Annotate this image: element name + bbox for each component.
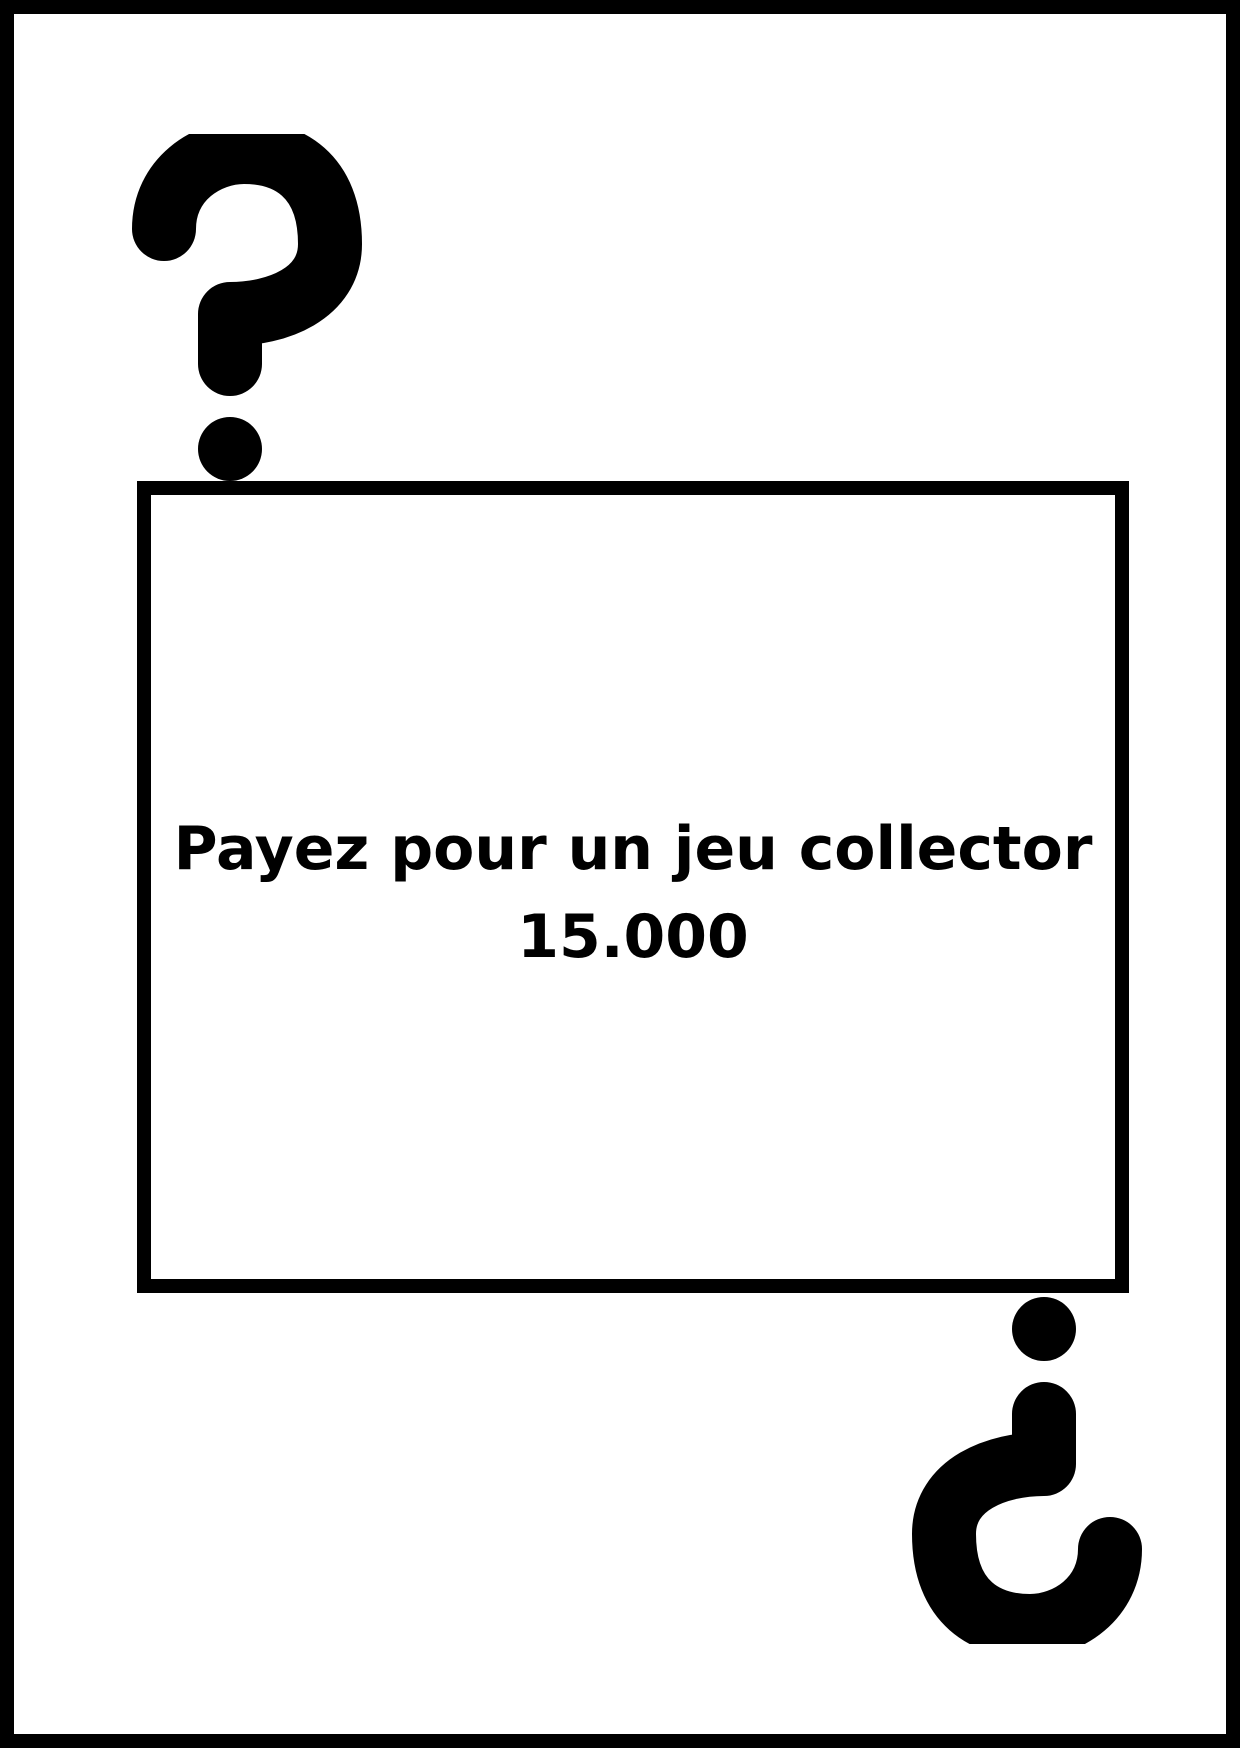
card-message-line-1: Payez pour un jeu collector bbox=[173, 814, 1093, 884]
question-mark-icon bbox=[132, 134, 362, 484]
card-text-frame: Payez pour un jeu collector 15.000 bbox=[137, 481, 1129, 1293]
card-amount: 15.000 bbox=[517, 902, 749, 972]
card-message: Payez pour un jeu collector 15.000 bbox=[174, 805, 1093, 981]
chance-card: Payez pour un jeu collector 15.000 bbox=[0, 0, 1240, 1748]
inverted-question-mark-icon bbox=[912, 1294, 1142, 1644]
